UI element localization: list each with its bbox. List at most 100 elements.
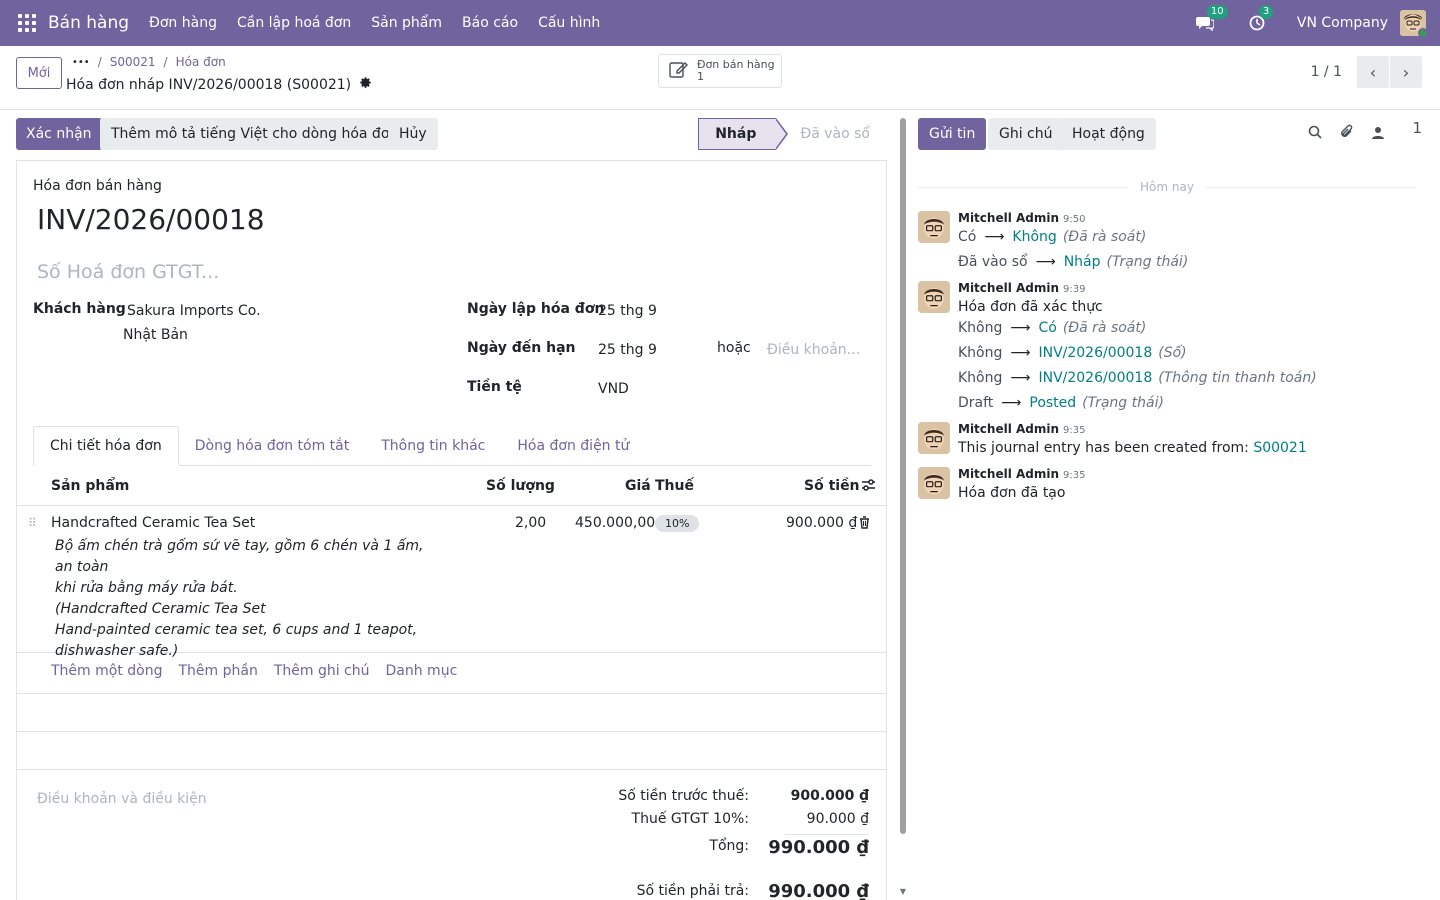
pager-value[interactable]: 1 / 1: [1311, 64, 1342, 80]
payment-terms-input[interactable]: Điều khoản...: [767, 342, 860, 358]
drag-handle-icon[interactable]: ⠿: [28, 516, 37, 530]
header-amount[interactable]: Số tiền: [804, 478, 860, 494]
menu-orders[interactable]: Đơn hàng: [149, 15, 217, 31]
apps-menu-icon[interactable]: [18, 14, 36, 32]
cancel-button[interactable]: Hủy: [388, 118, 438, 150]
tab-invoice-lines[interactable]: Chi tiết hóa đơn: [33, 426, 179, 466]
search-icon[interactable]: [1308, 125, 1322, 143]
date-separator: Hôm nay: [918, 180, 1416, 194]
tab-other-info[interactable]: Thông tin khác: [365, 426, 501, 466]
tracking-change: Đã vào sổ ⟶ Nháp (Trạng thái): [958, 254, 1189, 270]
tracking-change: Có ⟶ Không (Đã rà soát): [958, 229, 1147, 245]
activity-button[interactable]: Hoạt động: [1061, 118, 1156, 150]
breadcrumb-order[interactable]: S00021: [110, 55, 156, 69]
optional-columns-icon[interactable]: [861, 478, 876, 496]
tracking-change: Draft ⟶ Posted (Trạng thái): [958, 395, 1164, 411]
line-description-text: dishwasher safe.): [55, 643, 179, 659]
activities-badge: 3: [1258, 5, 1274, 19]
message-author[interactable]: Mitchell Admin 9:35: [958, 467, 1086, 481]
author-avatar[interactable]: [918, 467, 950, 499]
gear-icon[interactable]: [359, 76, 372, 93]
tab-journal-items[interactable]: Dòng hóa đơn tóm tắt: [179, 426, 366, 466]
header-quantity[interactable]: Số lượng: [486, 478, 555, 494]
chevron-left-icon: ‹: [1369, 62, 1377, 82]
line-description[interactable]: Bộ ấm chén trà gốm sứ vẽ tay, gồm 6 chén…: [55, 536, 435, 662]
arrow-right-icon: ⟶: [1010, 320, 1031, 336]
trash-icon[interactable]: [859, 516, 870, 533]
send-message-button[interactable]: Gửi tin: [918, 118, 987, 150]
header-price[interactable]: Giá: [625, 478, 651, 494]
table-row[interactable]: ⠿ Handcrafted Ceramic Tea Set Bộ ấm chén…: [17, 506, 886, 659]
app-name[interactable]: Bán hàng: [48, 13, 129, 33]
customer-country: Nhật Bản: [123, 327, 188, 343]
user-avatar[interactable]: [1400, 10, 1426, 36]
menu-config[interactable]: Cấu hình: [538, 15, 600, 31]
vat-invoice-number-input[interactable]: Số Hoá đơn GTGT...: [37, 261, 219, 283]
currency-field[interactable]: VND: [598, 381, 629, 397]
line-amount: 900.000 ₫: [786, 515, 858, 531]
message-author[interactable]: Mitchell Admin 9:35: [958, 422, 1086, 436]
form-scrollbar[interactable]: ▼: [898, 110, 908, 900]
pager-previous-button[interactable]: ‹: [1357, 56, 1389, 88]
menu-reports[interactable]: Báo cáo: [462, 15, 518, 31]
smart-button-label: Đơn bán hàng: [697, 58, 775, 71]
line-product[interactable]: Handcrafted Ceramic Tea Set: [51, 515, 255, 531]
breadcrumb-more[interactable]: •••: [72, 57, 90, 68]
form-view: Xác nhận Thêm mô tả tiếng Việt cho dòng …: [0, 110, 897, 900]
status-steps: Nháp Đã vào sổ: [698, 118, 886, 150]
line-tax-badge[interactable]: 10%: [655, 515, 700, 532]
scrollbar-thumb[interactable]: [900, 118, 906, 834]
arrow-right-icon: ⟶: [1010, 370, 1031, 386]
catalog-link[interactable]: Danh mục: [386, 663, 458, 679]
line-description-text: Hand-painted ceramic tea set, 6 cups and…: [55, 622, 418, 638]
attachment-icon[interactable]: [1340, 124, 1354, 143]
add-section-link[interactable]: Thêm phần: [178, 663, 257, 679]
messages-icon[interactable]: 10: [1193, 5, 1228, 35]
status-posted[interactable]: Đã vào sổ: [776, 118, 886, 150]
record-title: Hóa đơn nháp INV/2026/00018 (S00021): [66, 76, 372, 93]
invoice-date-field[interactable]: 25 thg 9: [598, 303, 657, 319]
author-avatar[interactable]: [918, 281, 950, 313]
breadcrumb-invoices[interactable]: Hóa đơn: [176, 55, 226, 69]
chatter-topbar-icons: 1: [1290, 119, 1422, 143]
amount-due-label: Số tiền phải trả:: [636, 883, 749, 899]
activities-icon[interactable]: 3: [1245, 5, 1274, 35]
confirm-button[interactable]: Xác nhận: [16, 118, 102, 150]
pager-next-button[interactable]: ›: [1390, 56, 1422, 88]
source-order-link[interactable]: S00021: [1253, 440, 1306, 456]
log-note-button[interactable]: Ghi chú: [988, 118, 1064, 150]
scroll-down-icon[interactable]: ▼: [898, 887, 908, 896]
untaxed-row: Số tiền trước thuế: 900.000 ₫: [609, 788, 869, 810]
line-price[interactable]: 450.000,00: [575, 515, 655, 531]
due-date-label: Ngày đến hạn: [467, 340, 576, 356]
sale-order-smart-button[interactable]: Đơn bán hàng 1: [658, 54, 782, 88]
author-avatar[interactable]: [918, 422, 950, 454]
tab-e-invoice[interactable]: Hóa đơn điện tử: [501, 426, 645, 466]
add-vietnamese-description-button[interactable]: Thêm mô tả tiếng Việt cho dòng hóa đơn: [100, 118, 410, 150]
terms-conditions-input[interactable]: Điều khoản và điều kiện: [37, 791, 207, 807]
amount-due-row: Số tiền phải trả: 990.000 ₫: [609, 881, 869, 900]
pager: 1 / 1 ‹ ›: [1311, 56, 1422, 88]
new-button[interactable]: Mới: [16, 57, 62, 89]
add-note-link[interactable]: Thêm ghi chú: [274, 663, 370, 679]
message-author[interactable]: Mitchell Admin 9:50: [958, 211, 1086, 225]
control-panel: Mới ••• / S00021 / Hóa đơn Hóa đơn nháp …: [0, 46, 1440, 110]
edit-document-icon: [669, 60, 689, 82]
customer-field[interactable]: Sakura Imports Co.: [127, 303, 261, 319]
due-date-field[interactable]: 25 thg 9: [598, 342, 657, 358]
followers-icon[interactable]: 1: [1371, 119, 1422, 143]
total-label: Tổng:: [709, 838, 749, 854]
menu-products[interactable]: Sản phẩm: [371, 15, 442, 31]
menu-to-invoice[interactable]: Cần lập hoá đơn: [237, 15, 351, 31]
message-author[interactable]: Mitchell Admin 9:39: [958, 281, 1086, 295]
record-title-text: Hóa đơn nháp INV/2026/00018 (S00021): [66, 76, 352, 93]
vat-amount: 90.000 ₫: [806, 811, 869, 827]
header-product[interactable]: Sản phẩm: [51, 478, 129, 494]
company-switcher[interactable]: VN Company: [1297, 15, 1388, 31]
author-avatar[interactable]: [918, 211, 950, 243]
add-line-link[interactable]: Thêm một dòng: [51, 663, 162, 679]
status-draft[interactable]: Nháp: [698, 118, 789, 150]
messages-badge: 10: [1206, 5, 1228, 19]
line-quantity[interactable]: 2,00: [515, 515, 546, 531]
header-tax[interactable]: Thuế: [655, 478, 694, 494]
